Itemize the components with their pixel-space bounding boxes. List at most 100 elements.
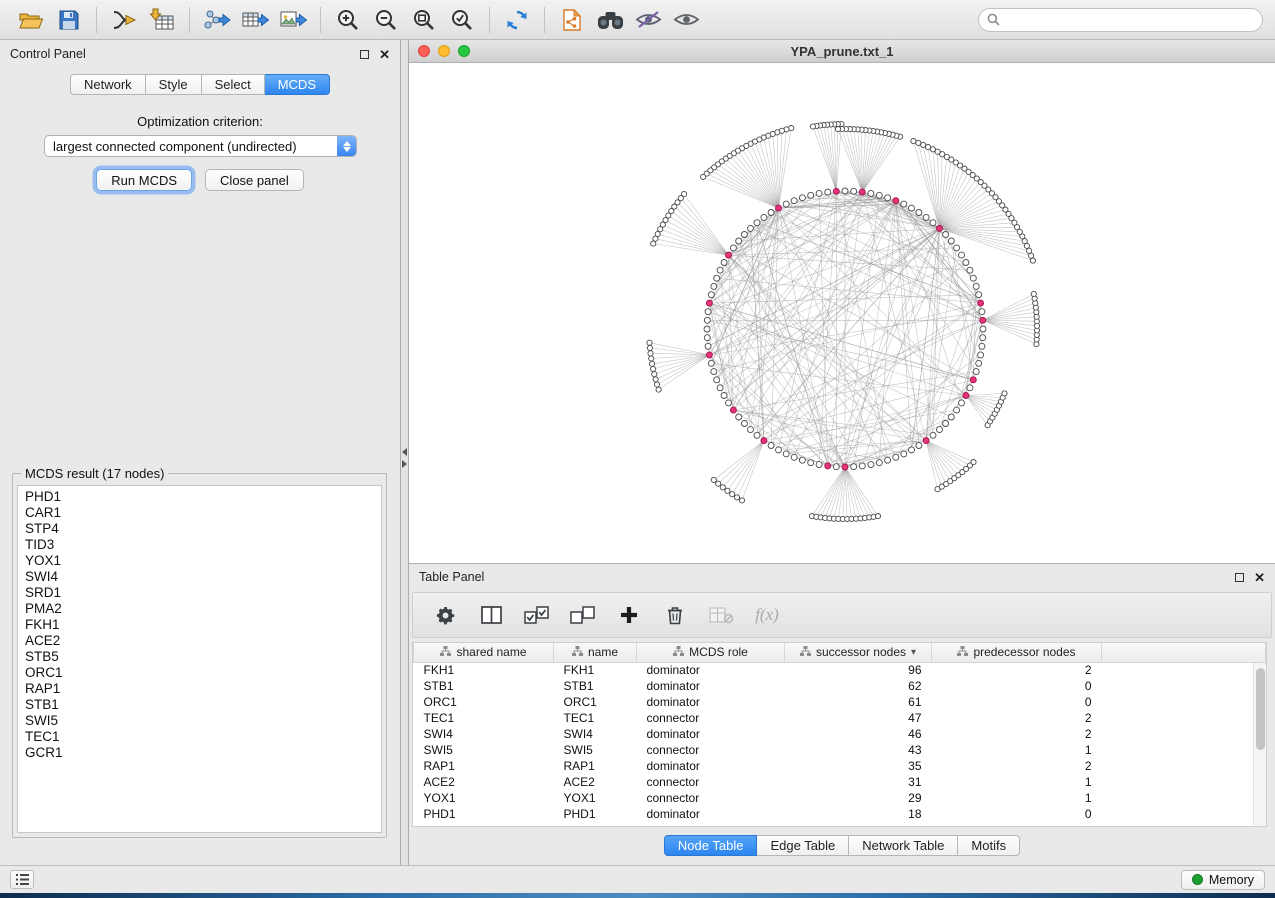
search-field[interactable] <box>978 8 1263 32</box>
column-header-predecessor-nodes[interactable]: predecessor nodes <box>932 643 1102 662</box>
show-columns-button[interactable] <box>475 598 507 632</box>
window-zoom-traffic-light[interactable] <box>458 45 470 57</box>
cell[interactable]: connector <box>637 742 785 758</box>
cell[interactable]: STB1 <box>554 678 637 694</box>
cell[interactable]: TEC1 <box>554 710 637 726</box>
result-node[interactable]: RAP1 <box>25 681 381 697</box>
add-column-button[interactable] <box>613 598 645 632</box>
export-table-button[interactable] <box>236 4 274 36</box>
zoom-out-button[interactable] <box>367 4 405 36</box>
tab-motifs[interactable]: Motifs <box>958 835 1020 856</box>
cell[interactable]: 1 <box>932 742 1102 758</box>
cell[interactable]: RAP1 <box>554 758 637 774</box>
cell[interactable]: 0 <box>932 694 1102 710</box>
cell[interactable]: FKH1 <box>554 662 637 678</box>
tab-mcds[interactable]: MCDS <box>265 74 330 95</box>
result-node[interactable]: STB5 <box>25 649 381 665</box>
result-node[interactable]: GCR1 <box>25 745 381 761</box>
table-settings-button[interactable] <box>429 598 461 632</box>
close-table-panel-button[interactable]: ✕ <box>1254 571 1265 584</box>
mcds-result-list[interactable]: PHD1CAR1STP4TID3YOX1SWI4SRD1PMA2FKH1ACE2… <box>17 485 382 833</box>
result-node[interactable]: ACE2 <box>25 633 381 649</box>
result-node[interactable]: STP4 <box>25 521 381 537</box>
table-row[interactable]: ORC1ORC1dominator610 <box>414 694 1266 710</box>
zoom-in-button[interactable] <box>329 4 367 36</box>
delete-column-button[interactable] <box>659 598 691 632</box>
cell[interactable]: SWI4 <box>554 726 637 742</box>
result-node[interactable]: SRD1 <box>25 585 381 601</box>
cell[interactable]: ACE2 <box>414 774 554 790</box>
refresh-view-button[interactable] <box>498 4 536 36</box>
cell[interactable]: PHD1 <box>414 806 554 822</box>
cell[interactable]: dominator <box>637 678 785 694</box>
result-node[interactable]: TID3 <box>25 537 381 553</box>
result-node[interactable]: CAR1 <box>25 505 381 521</box>
result-node[interactable]: STB1 <box>25 697 381 713</box>
cell[interactable]: FKH1 <box>414 662 554 678</box>
task-history-button[interactable] <box>10 870 34 889</box>
cell[interactable]: 0 <box>932 806 1102 822</box>
cell[interactable]: 43 <box>785 742 932 758</box>
cell[interactable]: RAP1 <box>414 758 554 774</box>
cell[interactable]: TEC1 <box>414 710 554 726</box>
table-row[interactable]: RAP1RAP1dominator352 <box>414 758 1266 774</box>
zoom-fit-button[interactable] <box>405 4 443 36</box>
cell[interactable]: dominator <box>637 758 785 774</box>
cell[interactable]: 96 <box>785 662 932 678</box>
cell[interactable]: SWI5 <box>554 742 637 758</box>
cell[interactable]: 46 <box>785 726 932 742</box>
tab-edge-table[interactable]: Edge Table <box>757 835 849 856</box>
window-close-traffic-light[interactable] <box>418 45 430 57</box>
tab-network[interactable]: Network <box>70 74 146 95</box>
panel-splitter[interactable] <box>401 40 409 865</box>
column-header-name[interactable]: name <box>554 643 637 662</box>
table-row[interactable]: SWI4SWI4dominator462 <box>414 726 1266 742</box>
cell[interactable]: SWI4 <box>414 726 554 742</box>
table-row[interactable]: SWI5SWI5connector431 <box>414 742 1266 758</box>
float-table-panel-button[interactable] <box>1235 573 1244 582</box>
table-row[interactable]: PHD1PHD1dominator180 <box>414 806 1266 822</box>
cell[interactable]: dominator <box>637 662 785 678</box>
select-all-rows-button[interactable] <box>521 598 553 632</box>
hide-selected-button[interactable] <box>629 4 667 36</box>
find-button[interactable] <box>591 4 629 36</box>
criterion-dropdown[interactable]: largest connected component (undirected) <box>44 135 357 157</box>
open-session-button[interactable] <box>12 4 50 36</box>
table-row[interactable]: TEC1TEC1connector472 <box>414 710 1266 726</box>
result-node[interactable]: SWI5 <box>25 713 381 729</box>
close-panel-button[interactable]: ✕ <box>379 48 390 61</box>
cell[interactable]: STB1 <box>414 678 554 694</box>
column-header-shared-name[interactable]: shared name <box>414 643 554 662</box>
save-session-button[interactable] <box>50 4 88 36</box>
result-node[interactable]: FKH1 <box>25 617 381 633</box>
cell[interactable]: 31 <box>785 774 932 790</box>
cell[interactable]: dominator <box>637 726 785 742</box>
cell[interactable]: connector <box>637 710 785 726</box>
result-node[interactable]: TEC1 <box>25 729 381 745</box>
cell[interactable]: connector <box>637 790 785 806</box>
cell[interactable]: 0 <box>932 678 1102 694</box>
tab-style[interactable]: Style <box>146 74 202 95</box>
network-window-titlebar[interactable]: YPA_prune.txt_1 <box>409 40 1275 63</box>
cell[interactable]: 1 <box>932 790 1102 806</box>
network-canvas[interactable] <box>409 63 1275 563</box>
cell[interactable]: 35 <box>785 758 932 774</box>
result-node[interactable]: YOX1 <box>25 553 381 569</box>
export-image-button[interactable] <box>274 4 312 36</box>
cell[interactable]: 62 <box>785 678 932 694</box>
result-node[interactable]: SWI4 <box>25 569 381 585</box>
cell[interactable]: connector <box>637 774 785 790</box>
search-input[interactable] <box>1005 13 1254 27</box>
close-mcds-panel-button[interactable]: Close panel <box>205 169 304 191</box>
cell[interactable]: ORC1 <box>414 694 554 710</box>
result-node[interactable]: ORC1 <box>25 665 381 681</box>
cell[interactable]: 18 <box>785 806 932 822</box>
share-document-button[interactable] <box>553 4 591 36</box>
cell[interactable]: YOX1 <box>414 790 554 806</box>
cell[interactable]: dominator <box>637 694 785 710</box>
cell[interactable]: 2 <box>932 726 1102 742</box>
table-row[interactable]: STB1STB1dominator620 <box>414 678 1266 694</box>
cell[interactable]: dominator <box>637 806 785 822</box>
cell[interactable]: 61 <box>785 694 932 710</box>
cell[interactable]: PHD1 <box>554 806 637 822</box>
